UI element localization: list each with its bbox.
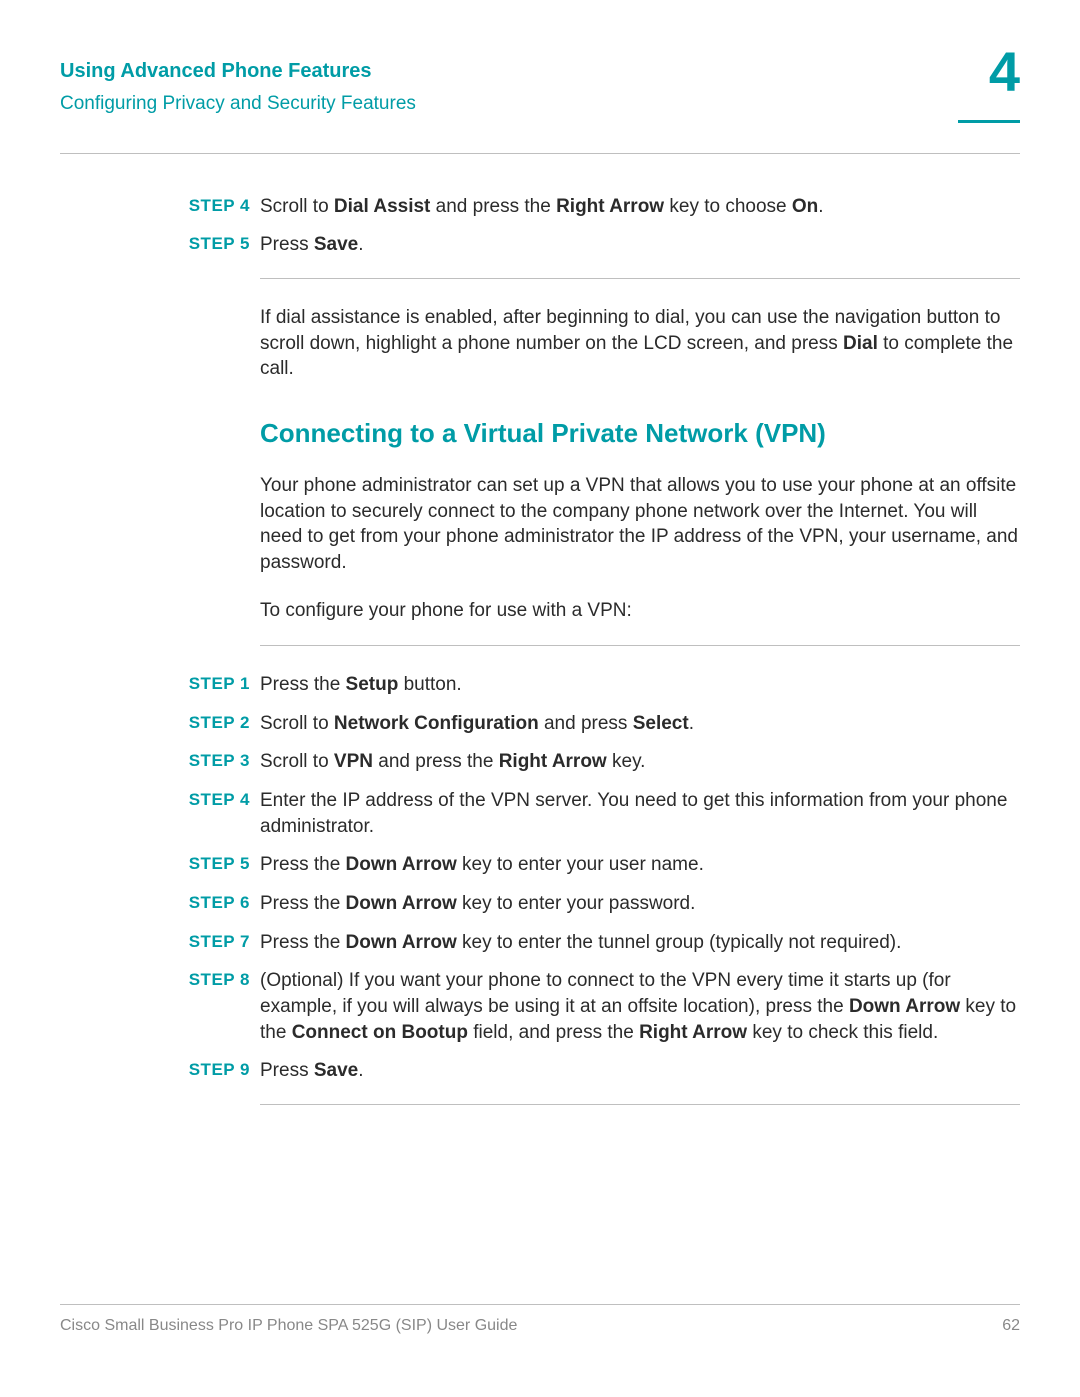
step-text: Press the Down Arrow key to enter your p… [260, 891, 1020, 917]
footer-title: Cisco Small Business Pro IP Phone SPA 52… [60, 1315, 517, 1337]
header-title: Using Advanced Phone Features [60, 58, 1020, 85]
step-row: STEP 4 Enter the IP address of the VPN s… [260, 788, 1020, 839]
step-label: STEP 6 [172, 891, 250, 917]
note-paragraph: If dial assistance is enabled, after beg… [260, 305, 1020, 382]
step-label: STEP 2 [172, 711, 250, 737]
step-row: STEP 1 Press the Setup button. [260, 672, 1020, 698]
step-label: STEP 7 [172, 930, 250, 956]
step-text: Enter the IP address of the VPN server. … [260, 788, 1020, 839]
step-text: Scroll to Network Configuration and pres… [260, 711, 1020, 737]
step-label: STEP 4 [172, 194, 250, 220]
step-row: STEP 3 Scroll to VPN and press the Right… [260, 749, 1020, 775]
step-row: STEP 9 Press Save. [260, 1058, 1020, 1084]
section-heading: Connecting to a Virtual Private Network … [260, 416, 1020, 451]
page: Using Advanced Phone Features Configurin… [0, 0, 1080, 1397]
step-label: STEP 9 [172, 1058, 250, 1084]
page-footer: Cisco Small Business Pro IP Phone SPA 52… [60, 1304, 1020, 1337]
step-text: Press Save. [260, 232, 1020, 258]
separator-rule [260, 278, 1020, 279]
step-text: Press the Setup button. [260, 672, 1020, 698]
step-row: STEP 2 Scroll to Network Configuration a… [260, 711, 1020, 737]
step-label: STEP 5 [172, 852, 250, 878]
step-text: Press the Down Arrow key to enter your u… [260, 852, 1020, 878]
step-label: STEP 4 [172, 788, 250, 839]
step-text: Press Save. [260, 1058, 1020, 1084]
step-label: STEP 3 [172, 749, 250, 775]
step-row: STEP 5 Press Save. [260, 232, 1020, 258]
intro-paragraph-1: Your phone administrator can set up a VP… [260, 473, 1020, 576]
chapter-number-block: 4 [958, 44, 1020, 123]
chapter-number: 4 [958, 44, 1020, 100]
step-row: STEP 5 Press the Down Arrow key to enter… [260, 852, 1020, 878]
step-row: STEP 4 Scroll to Dial Assist and press t… [260, 194, 1020, 220]
step-text: Press the Down Arrow key to enter the tu… [260, 930, 1020, 956]
page-number: 62 [1002, 1315, 1020, 1337]
separator-rule [260, 1104, 1020, 1105]
chapter-underline [958, 120, 1020, 123]
separator-rule [260, 645, 1020, 646]
content-area: STEP 4 Scroll to Dial Assist and press t… [260, 194, 1020, 1105]
step-label: STEP 1 [172, 672, 250, 698]
step-text: Scroll to VPN and press the Right Arrow … [260, 749, 1020, 775]
step-row: STEP 8 (Optional) If you want your phone… [260, 968, 1020, 1045]
step-label: STEP 8 [172, 968, 250, 1045]
steps-group-a: STEP 4 Scroll to Dial Assist and press t… [260, 194, 1020, 258]
header-rule [60, 153, 1020, 154]
step-label: STEP 5 [172, 232, 250, 258]
intro-paragraph-2: To configure your phone for use with a V… [260, 598, 1020, 624]
page-header: Using Advanced Phone Features Configurin… [60, 58, 1020, 117]
steps-group-b: STEP 1 Press the Setup button. STEP 2 Sc… [260, 672, 1020, 1084]
header-subtitle: Configuring Privacy and Security Feature… [60, 91, 1020, 117]
step-row: STEP 7 Press the Down Arrow key to enter… [260, 930, 1020, 956]
step-row: STEP 6 Press the Down Arrow key to enter… [260, 891, 1020, 917]
step-text: (Optional) If you want your phone to con… [260, 968, 1020, 1045]
step-text: Scroll to Dial Assist and press the Righ… [260, 194, 1020, 220]
